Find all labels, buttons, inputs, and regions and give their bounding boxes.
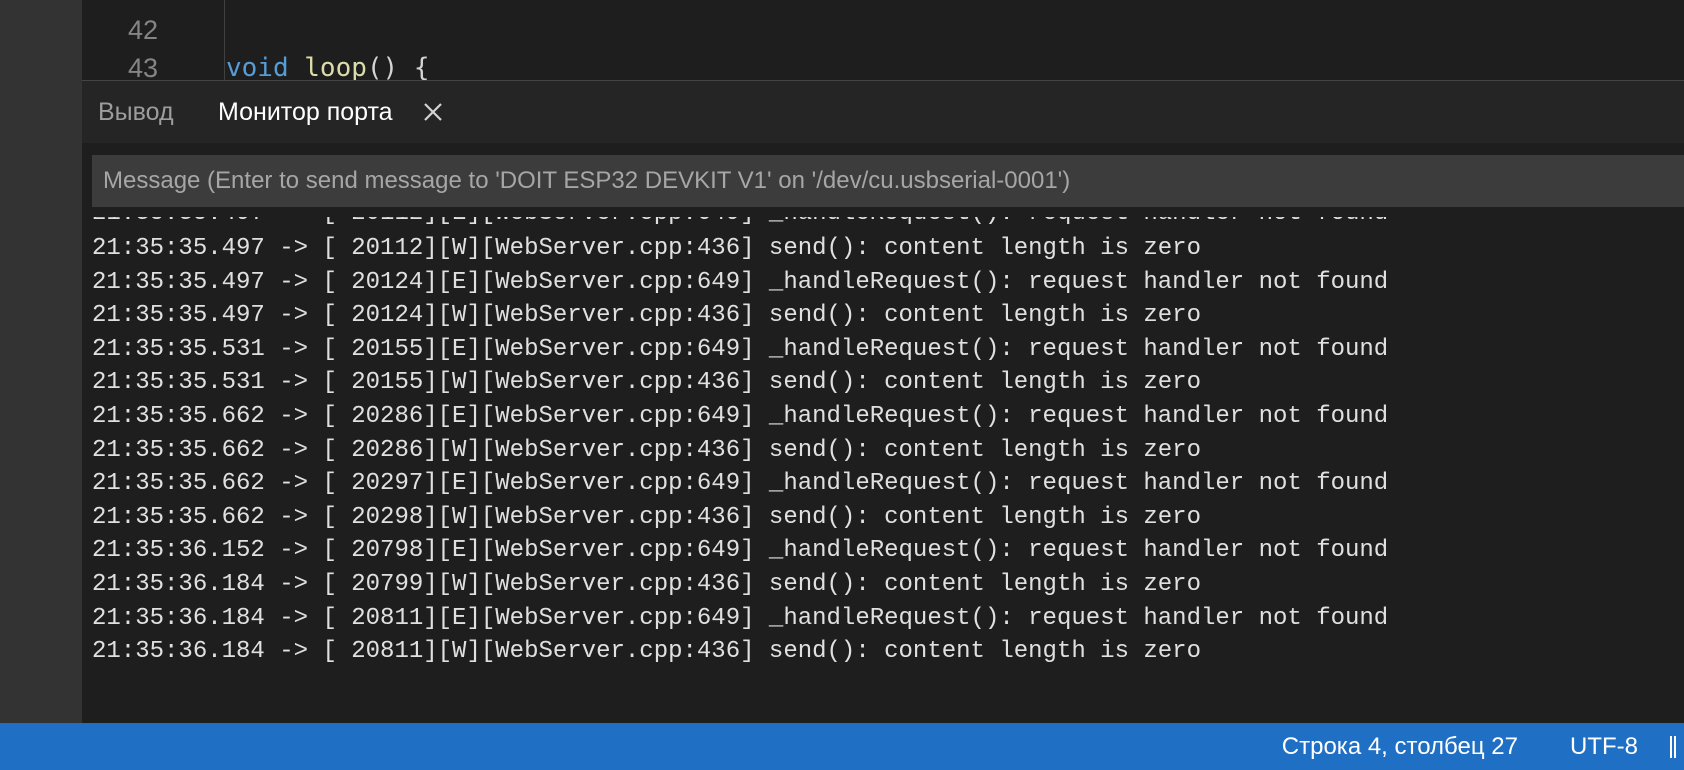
code-line[interactable]: void loop() { [226, 50, 430, 80]
line-number: 42 [127, 15, 158, 45]
status-bar: Строка 4, столбец 27 UTF-8 [0, 723, 1684, 770]
log-line: 21:35:35.531 -> [ 20155][W][WebServer.cp… [92, 369, 1201, 397]
log-line: 21:35:35.497 -> [ 20124][W][WebServer.cp… [92, 302, 1201, 330]
tab-serial-monitor[interactable]: Монитор порта [218, 95, 393, 129]
code-editor[interactable]: 42 43 void loop() { [82, 0, 1684, 80]
log-line: 21:35:35.662 -> [ 20286][E][WebServer.cp… [92, 403, 1389, 430]
log-line-partial: 21:35:35.497 -> [ 20112][E][WebServer.cp… [92, 217, 1388, 232]
log-line: 21:35:35.497 -> [ 20124][E][WebServer.cp… [92, 268, 1389, 296]
serial-log-output[interactable]: 21:35:35.497 -> [ 20112][E][WebServer.cp… [82, 217, 1684, 717]
code-function-name: loop [304, 53, 367, 80]
panel-tab-bar: Вывод Монитор порта [82, 81, 1684, 143]
message-input[interactable] [93, 156, 1683, 206]
close-icon[interactable] [422, 101, 444, 123]
tab-output[interactable]: Вывод [98, 95, 174, 129]
line-number-gutter: 42 43 [82, 0, 174, 80]
log-line: 21:35:35.662 -> [ 20298][W][WebServer.cp… [92, 503, 1201, 531]
layout-icon[interactable] [1670, 736, 1676, 758]
log-line: 21:35:36.184 -> [ 20799][W][WebServer.cp… [92, 571, 1201, 598]
ide-window: 42 43 void loop() { Вывод Монитор порта … [0, 0, 1684, 770]
activity-bar [0, 0, 82, 723]
log-line: 21:35:35.497 -> [ 20112][W][WebServer.cp… [92, 235, 1201, 262]
line-number: 43 [127, 53, 158, 80]
log-line: 21:35:36.152 -> [ 20798][E][WebServer.cp… [92, 537, 1389, 565]
log-line: 21:35:36.184 -> [ 20811][W][WebServer.cp… [92, 638, 1201, 666]
message-input-box [92, 155, 1684, 207]
log-line: 21:35:36.184 -> [ 20811][E][WebServer.cp… [92, 604, 1389, 632]
code-keyword: void [226, 53, 289, 80]
log-line: 21:35:35.662 -> [ 20286][W][WebServer.cp… [92, 436, 1201, 464]
status-encoding[interactable]: UTF-8 [1570, 733, 1638, 761]
bottom-panel: Вывод Монитор порта 21:35:35.497 -> [ 20… [82, 80, 1684, 723]
indent-guide [224, 0, 225, 80]
status-cursor-position[interactable]: Строка 4, столбец 27 [1282, 733, 1518, 761]
code-punctuation: () { [366, 53, 430, 80]
log-line: 21:35:35.662 -> [ 20297][E][WebServer.cp… [92, 470, 1389, 498]
log-line: 21:35:35.531 -> [ 20155][E][WebServer.cp… [92, 335, 1389, 363]
